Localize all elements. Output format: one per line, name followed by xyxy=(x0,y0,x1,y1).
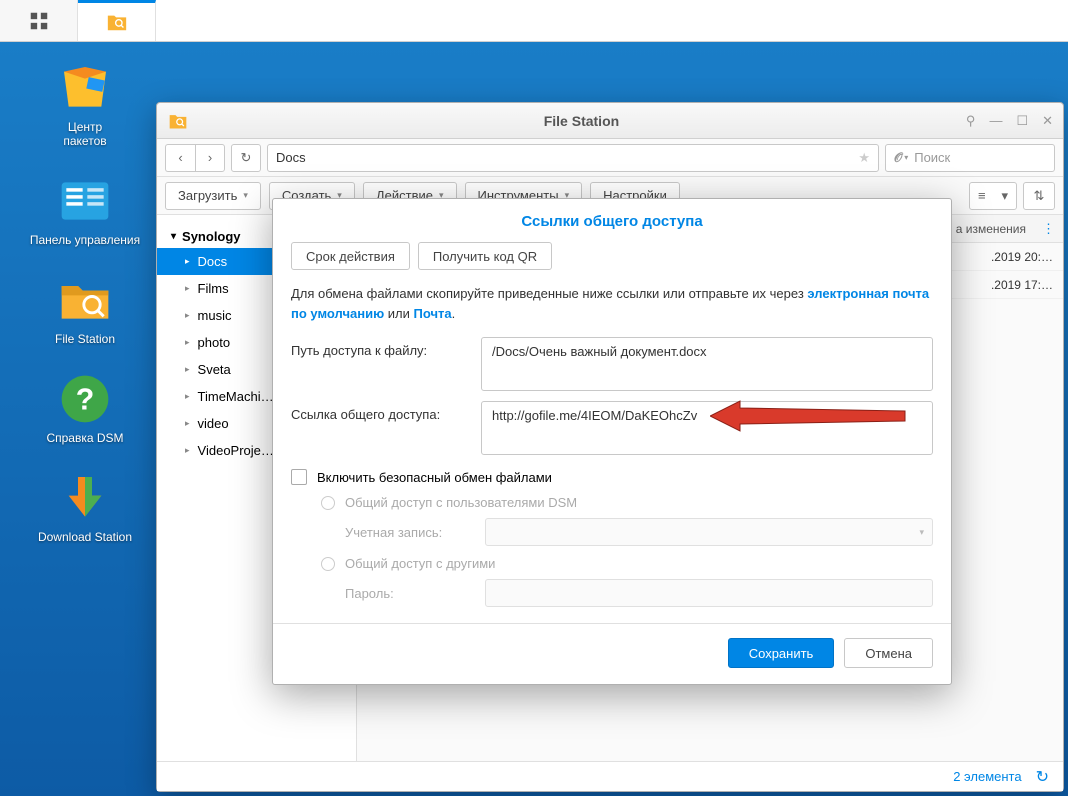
path-text: Docs xyxy=(276,150,306,165)
secure-sharing-label: Включить безопасный обмен файлами xyxy=(317,470,552,485)
package-center-icon xyxy=(57,60,113,116)
refresh-icon: ↻ xyxy=(241,150,252,166)
download-station-icon xyxy=(57,470,113,526)
list-icon: ≡ xyxy=(978,188,986,203)
minimize-icon[interactable]: — xyxy=(989,113,1002,129)
upload-button[interactable]: Загрузить▾ xyxy=(165,182,261,210)
others-radio xyxy=(321,557,335,571)
chevron-left-icon: ‹ xyxy=(178,150,182,165)
chevron-right-icon: ▸ xyxy=(185,445,190,456)
others-label: Общий доступ с другими xyxy=(345,556,495,571)
path-label: Путь доступа к файлу: xyxy=(291,337,481,391)
maximize-icon[interactable]: ☐ xyxy=(1016,113,1028,129)
desktop-icon-label: Центрпакетов xyxy=(63,120,106,148)
nav-forward-button[interactable]: › xyxy=(195,144,225,172)
titlebar: File Station ⚲ — ☐ ✕ xyxy=(157,103,1063,139)
cell-date: .2019 17:… xyxy=(953,278,1053,292)
chevron-right-icon: ▸ xyxy=(185,283,190,294)
expiry-button[interactable]: Срок действия xyxy=(291,242,410,270)
control-panel-icon xyxy=(57,173,113,229)
folder-search-icon xyxy=(167,111,189,131)
chevron-down-icon: ▾ xyxy=(919,527,924,538)
chevron-right-icon: ▸ xyxy=(185,364,190,375)
sort-icon: ⇅ xyxy=(1034,188,1045,204)
sort-button[interactable]: ⇅ xyxy=(1023,182,1055,210)
taskbar-file-station-button[interactable] xyxy=(78,0,156,41)
search-icon: 𝒪 xyxy=(894,150,902,166)
dialog-description: Для обмена файлами скопируйте приведенны… xyxy=(291,284,933,323)
qr-code-button[interactable]: Получить код QR xyxy=(418,242,552,270)
desktop-help[interactable]: ? Справка DSM xyxy=(0,371,170,445)
share-url-label: Ссылка общего доступа: xyxy=(291,401,481,455)
dsm-users-label: Общий доступ с пользователями DSM xyxy=(345,495,577,510)
view-mode-button[interactable]: ≡▾ xyxy=(969,182,1017,210)
share-links-dialog: Ссылки общего доступа Срок действия Полу… xyxy=(272,198,952,685)
taskbar-apps-button[interactable] xyxy=(0,0,78,41)
cell-date: .2019 20:… xyxy=(953,250,1053,264)
desktop-file-station[interactable]: File Station xyxy=(0,272,170,346)
file-station-icon xyxy=(57,272,113,328)
help-icon: ? xyxy=(57,371,113,427)
desktop-icon-label: Справка DSM xyxy=(46,431,123,445)
chevron-right-icon: ▸ xyxy=(185,418,190,429)
dialog-title: Ссылки общего доступа xyxy=(273,199,951,242)
refresh-icon[interactable]: ↻ xyxy=(1036,767,1049,787)
account-label: Учетная запись: xyxy=(345,525,485,540)
nav-back-button[interactable]: ‹ xyxy=(165,144,195,172)
nav-refresh-button[interactable]: ↻ xyxy=(231,144,261,172)
status-count: 2 элемента xyxy=(953,769,1021,784)
search-input[interactable]: 𝒪▾ Поиск xyxy=(885,144,1055,172)
desktop-control-panel[interactable]: Панель управления xyxy=(0,173,170,247)
password-input xyxy=(485,579,933,607)
desktop: Центрпакетов Панель управления File Stat… xyxy=(0,60,170,569)
tree-root-label: Synology xyxy=(182,229,241,244)
save-button[interactable]: Сохранить xyxy=(728,638,835,668)
chevron-down-icon: ▾ xyxy=(243,190,248,201)
apps-grid-icon xyxy=(26,10,52,32)
column-menu-icon[interactable]: ⋮ xyxy=(1042,221,1055,237)
desktop-package-center[interactable]: Центрпакетов xyxy=(0,60,170,148)
path-input[interactable]: Docs ★ xyxy=(267,144,879,172)
chevron-down-icon: ▾ xyxy=(171,231,176,242)
chevron-right-icon: ▸ xyxy=(185,391,190,402)
folder-search-icon xyxy=(104,11,130,33)
chevron-right-icon: ▸ xyxy=(185,310,190,321)
taskbar xyxy=(0,0,1068,42)
account-select: ▾ xyxy=(485,518,933,546)
window-title: File Station xyxy=(197,113,966,129)
chevron-right-icon: ▸ xyxy=(185,337,190,348)
desktop-download-station[interactable]: Download Station xyxy=(0,470,170,544)
cancel-button[interactable]: Отмена xyxy=(844,638,933,668)
nav-row: ‹ › ↻ Docs ★ 𝒪▾ Поиск xyxy=(157,139,1063,177)
mail-link[interactable]: Почта xyxy=(414,306,452,321)
search-placeholder: Поиск xyxy=(914,150,950,165)
statusbar: 2 элемента ↻ xyxy=(157,761,1063,791)
dsm-users-radio xyxy=(321,496,335,510)
chevron-right-icon: ▸ xyxy=(185,256,190,267)
desktop-icon-label: Панель управления xyxy=(30,233,140,247)
star-icon[interactable]: ★ xyxy=(858,150,870,166)
chevron-right-icon: › xyxy=(208,150,212,165)
pin-icon[interactable]: ⚲ xyxy=(966,113,976,129)
close-icon[interactable]: ✕ xyxy=(1042,113,1053,129)
path-value-box[interactable]: /Docs/Очень важный документ.docx xyxy=(481,337,933,391)
svg-text:?: ? xyxy=(76,384,95,417)
desktop-icon-label: File Station xyxy=(55,332,115,346)
secure-sharing-checkbox[interactable] xyxy=(291,469,307,485)
chevron-down-icon: ▾ xyxy=(1002,188,1009,204)
desktop-icon-label: Download Station xyxy=(38,530,132,544)
chevron-down-icon: ▾ xyxy=(904,153,908,162)
password-label: Пароль: xyxy=(345,586,485,601)
share-url-box[interactable]: http://gofile.me/4IEOM/DaKEOhcZv xyxy=(481,401,933,455)
